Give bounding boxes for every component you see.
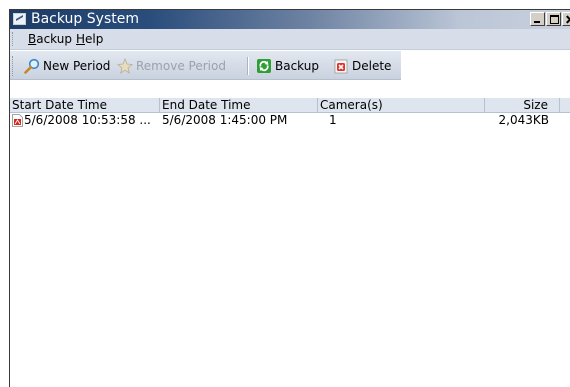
maximize-button[interactable]	[546, 12, 561, 26]
column-header-end-date-time[interactable]: End Date Time	[160, 98, 318, 112]
backup-system-window: Backup System Backup Help New Period Rem…	[9, 9, 570, 387]
remove-star-icon	[117, 58, 133, 74]
column-header-start-date-time[interactable]: Start Date Time	[10, 98, 160, 112]
column-header-cameras[interactable]: Camera(s)	[318, 98, 485, 112]
backup-refresh-icon	[257, 59, 271, 73]
backup-label: Backup	[275, 59, 319, 73]
cell-cameras: 1	[329, 113, 337, 127]
column-header-size[interactable]: Size	[485, 98, 560, 112]
title-bar[interactable]: Backup System	[10, 10, 570, 29]
delete-label: Delete	[352, 59, 392, 73]
menubar-grip	[12, 32, 16, 46]
table-row[interactable]: 5/6/2008 10:53:58 ... 5/6/2008 1:45:00 P…	[10, 113, 570, 128]
cell-end-date-time: 5/6/2008 1:45:00 PM	[162, 113, 288, 127]
toolbar-separator	[247, 57, 249, 75]
close-button[interactable]	[562, 12, 570, 26]
toolbar: New Period Remove Period Backup Delete	[10, 51, 401, 80]
menu-bar: Backup Help	[10, 29, 570, 50]
menu-backup[interactable]: Backup	[28, 32, 72, 46]
cell-size: 2,043KB	[498, 113, 549, 127]
backup-list[interactable]: Start Date Time End Date Time Camera(s) …	[10, 98, 570, 387]
window-title: Backup System	[31, 11, 139, 27]
new-period-label: New Period	[43, 59, 111, 73]
list-header: Start Date Time End Date Time Camera(s) …	[10, 98, 570, 113]
minimize-button[interactable]	[530, 12, 545, 26]
remove-period-label: Remove Period	[136, 59, 226, 73]
delete-x-icon	[334, 59, 348, 74]
toolbar-grip	[12, 56, 16, 76]
start-date-time-text: 5/6/2008 10:53:58 ...	[24, 113, 151, 127]
magnifier-icon	[24, 58, 40, 74]
menu-help[interactable]: Help	[76, 32, 103, 46]
cell-start-date-time: 5/6/2008 10:53:58 ...	[10, 113, 160, 128]
app-icon[interactable]	[13, 13, 26, 25]
pdf-file-icon	[12, 114, 23, 127]
